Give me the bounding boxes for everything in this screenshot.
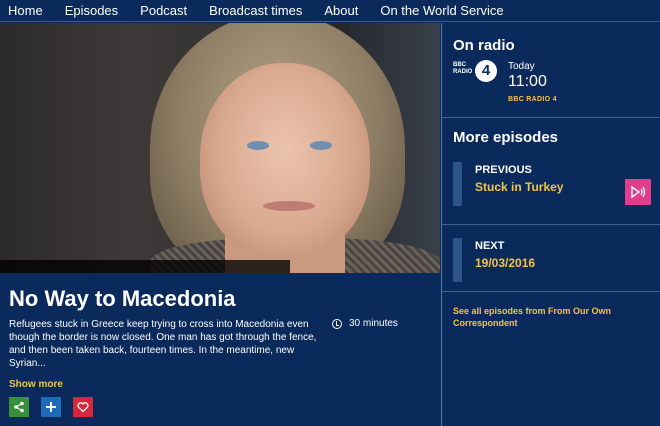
radio-logo-text: BBC RADIO: [453, 62, 473, 75]
radio4-logo: BBC RADIO 4: [453, 60, 497, 84]
clock-icon: [332, 318, 342, 329]
show-more-link[interactable]: Show more: [9, 379, 63, 390]
programme-title: No Way to Macedonia: [9, 286, 236, 311]
next-marker: [453, 238, 462, 282]
footer-divider: [442, 291, 660, 292]
on-radio-heading: On radio: [453, 37, 515, 54]
episode-divider: [442, 224, 660, 225]
schedule-time: 11:00: [508, 73, 547, 90]
share-button[interactable]: [9, 397, 29, 417]
nav-episodes[interactable]: Episodes: [65, 3, 118, 18]
heart-icon: [77, 402, 89, 413]
nav-home[interactable]: Home: [8, 3, 43, 18]
section-divider: [442, 117, 660, 118]
next-label: NEXT: [475, 240, 505, 252]
nav-broadcast-times[interactable]: Broadcast times: [209, 3, 302, 18]
share-icon: [14, 401, 24, 413]
previous-episode-link[interactable]: Stuck in Turkey: [475, 180, 563, 194]
duration: 30 minutes: [332, 318, 398, 329]
next-episode-date: 19/03/2016: [475, 256, 536, 270]
nav-world-service[interactable]: On the World Service: [380, 3, 503, 18]
previous-marker: [453, 162, 462, 206]
listen-icon: [631, 185, 646, 199]
duration-text: 30 minutes: [349, 318, 398, 329]
programme-image: This programme will be available shortly…: [0, 23, 440, 273]
previous-label: PREVIOUS: [475, 164, 532, 176]
more-episodes-heading: More episodes: [453, 129, 559, 146]
favourite-button[interactable]: [73, 397, 93, 417]
nav-about[interactable]: About: [324, 3, 358, 18]
image-eye-left: [247, 141, 269, 150]
see-all-episodes-link[interactable]: See all episodes from From Our Own Corre…: [453, 305, 648, 329]
listen-button[interactable]: [625, 179, 651, 205]
action-buttons: [9, 397, 105, 417]
top-nav: Home Episodes Podcast Broadcast times Ab…: [0, 0, 660, 22]
image-eye-right: [310, 141, 332, 150]
programme-description: Refugees stuck in Greece keep trying to …: [9, 319, 317, 369]
image-lips: [263, 201, 315, 211]
nav-podcast[interactable]: Podcast: [140, 3, 187, 18]
schedule-day: Today: [508, 61, 535, 72]
schedule-station[interactable]: BBC RADIO 4: [508, 96, 557, 103]
radio-logo-number: 4: [475, 60, 497, 82]
plus-icon: [46, 402, 56, 412]
add-button[interactable]: [41, 397, 61, 417]
availability-caption: This programme will be available shortly…: [0, 260, 306, 273]
image-face: [200, 63, 370, 258]
